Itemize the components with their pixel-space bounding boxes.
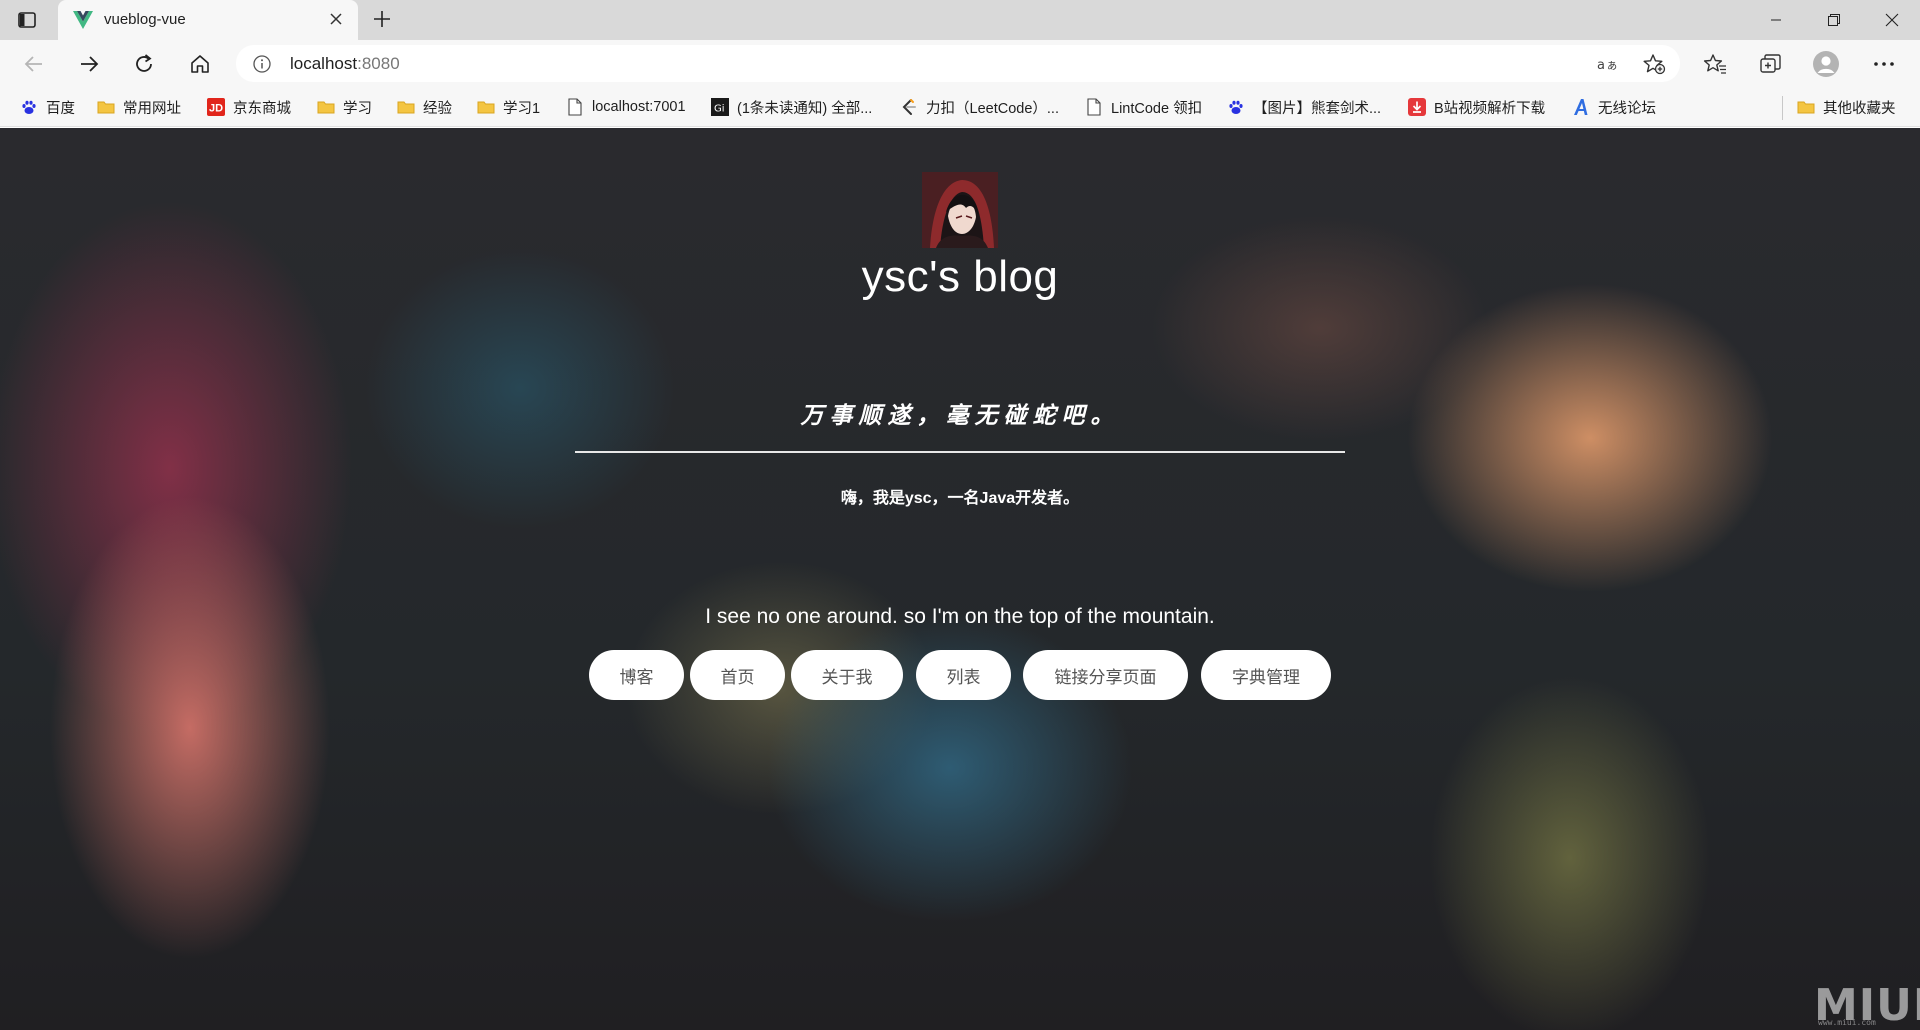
svg-text:ぁ: ぁ	[1606, 58, 1618, 72]
blog-motto: 万事顺遂，毫无碰蛇吧。	[800, 402, 1120, 429]
tab-bar: vueblog-vue	[0, 0, 1920, 40]
bookmark-label: 学习1	[503, 100, 541, 117]
jd-icon: JD	[207, 98, 225, 116]
zhihu-icon: Gi	[711, 98, 729, 116]
a-logo-icon	[1572, 98, 1590, 116]
other-bookmarks-folder[interactable]: 其他收藏夹	[1797, 96, 1896, 118]
bookmark-folder[interactable]: 学习1	[477, 96, 540, 118]
refresh-icon	[136, 54, 152, 72]
download-icon	[1408, 98, 1426, 116]
folder-icon	[1797, 98, 1815, 116]
blog-tagline: I see no one around. so I'm on the top o…	[705, 605, 1215, 628]
plus-icon	[374, 11, 390, 27]
divider	[575, 451, 1345, 453]
refresh-button[interactable]	[130, 50, 158, 78]
back-button[interactable]	[20, 50, 48, 78]
bookmark-label: LintCode 领扣	[1111, 100, 1203, 117]
blog-hero: ysc's blog 万事顺遂，毫无碰蛇吧。 嗨，我是ysc，一名Java开发者…	[0, 128, 1920, 1030]
close-window-button[interactable]	[1864, 0, 1920, 40]
minimize-button[interactable]	[1748, 0, 1804, 40]
browser-toolbar: localhost:8080 aぁ	[0, 40, 1920, 87]
bookmark-label: 常用网址	[123, 100, 181, 117]
miui-watermark-url: www.miui.com	[1818, 1018, 1876, 1027]
blog-title: ysc's blog	[861, 252, 1059, 301]
address-port: :8080	[357, 54, 400, 73]
close-window-icon	[1885, 13, 1899, 27]
page-icon	[1085, 98, 1103, 116]
nav-button-link-share[interactable]: 链接分享页面	[1023, 650, 1188, 700]
new-tab-button[interactable]	[368, 6, 396, 34]
favorites-icon[interactable]	[1701, 50, 1729, 78]
bookmarks-bar: 百度 常用网址 JD 京东商城 学习 经验 学习1 localhost:7001…	[0, 87, 1920, 127]
bookmark-label: 【图片】熊套剑术...	[1253, 100, 1382, 117]
nav-button-dictionary[interactable]: 字典管理	[1201, 650, 1331, 700]
forward-button[interactable]	[75, 50, 103, 78]
address-bar[interactable]: localhost:8080 aぁ	[236, 45, 1680, 82]
tab-title: vueblog-vue	[104, 11, 186, 28]
bookmark-label: 百度	[46, 100, 75, 117]
forward-icon	[81, 56, 99, 72]
svg-text:JD: JD	[209, 103, 223, 115]
bookmark-label: localhost:7001	[592, 99, 686, 115]
vue-logo-icon	[72, 10, 94, 30]
nav-button-blog[interactable]: 博客	[589, 650, 684, 700]
bookmark-folder[interactable]: 经验	[397, 96, 452, 118]
close-icon[interactable]	[326, 10, 346, 30]
bookmark-folder[interactable]: 常用网址	[97, 96, 181, 118]
restore-icon	[1828, 14, 1840, 26]
bookmark-folder[interactable]: 学习	[317, 96, 372, 118]
folder-icon	[477, 98, 495, 116]
bookmark-label: B站视频解析下载	[1434, 100, 1546, 117]
bookmark-label: 学习	[343, 100, 372, 117]
leetcode-icon	[900, 98, 918, 116]
bookmark-zhihu[interactable]: Gi (1条未读通知) 全部...	[711, 96, 872, 118]
bookmark-localhost[interactable]: localhost:7001	[566, 96, 686, 118]
bookmark-leetcode[interactable]: 力扣（LeetCode）...	[900, 96, 1059, 118]
bookmark-baidu[interactable]: 百度	[20, 96, 75, 118]
bookmark-label: (1条未读通知) 全部...	[737, 100, 873, 117]
read-aloud-icon[interactable]: aぁ	[1596, 53, 1620, 75]
bookmark-label: 其他收藏夹	[1823, 100, 1896, 117]
blog-intro: 嗨，我是ysc，一名Java开发者。	[840, 490, 1080, 507]
avatar[interactable]	[922, 172, 998, 248]
bookmark-bilibili-download[interactable]: B站视频解析下载	[1408, 96, 1545, 118]
add-favorite-icon[interactable]	[1642, 53, 1666, 75]
baidu-paw-icon	[1227, 98, 1245, 116]
folder-icon	[397, 98, 415, 116]
baidu-paw-icon	[20, 98, 38, 116]
bookmark-label: 力扣（LeetCode）...	[926, 100, 1059, 117]
bookmark-wireless-forum[interactable]: 无线论坛	[1572, 96, 1656, 118]
sidebar-toggle-icon[interactable]	[16, 9, 38, 31]
profile-icon[interactable]	[1812, 50, 1840, 78]
bookmark-label: 京东商城	[233, 100, 291, 117]
address-text: localhost:8080	[290, 54, 400, 74]
bookmark-jd[interactable]: JD 京东商城	[207, 96, 291, 118]
bookmark-tieba[interactable]: 【图片】熊套剑术...	[1227, 96, 1381, 118]
home-button[interactable]	[186, 50, 214, 78]
address-host: localhost	[290, 54, 358, 73]
nav-button-list[interactable]: 列表	[916, 650, 1011, 700]
collections-icon[interactable]	[1757, 50, 1785, 78]
info-icon[interactable]	[252, 54, 272, 74]
nav-buttons: 博客 首页 关于我 列表 链接分享页面 字典管理	[0, 650, 1920, 700]
nav-button-about[interactable]: 关于我	[791, 650, 903, 700]
folder-icon	[317, 98, 335, 116]
more-icon[interactable]	[1870, 50, 1898, 78]
svg-text:Gi: Gi	[714, 104, 725, 115]
tab-active[interactable]: vueblog-vue	[58, 0, 358, 40]
page-icon	[566, 98, 584, 116]
nav-button-home[interactable]: 首页	[690, 650, 785, 700]
folder-icon	[97, 98, 115, 116]
home-icon	[191, 55, 209, 73]
back-icon	[24, 56, 42, 72]
minimize-icon	[1771, 19, 1781, 21]
restore-button[interactable]	[1806, 0, 1862, 40]
bookmark-label: 经验	[423, 100, 452, 117]
svg-text:a: a	[1597, 58, 1605, 73]
bookmark-lintcode[interactable]: LintCode 领扣	[1085, 96, 1202, 118]
bookmarks-divider	[1782, 96, 1783, 120]
bookmark-label: 无线论坛	[1598, 100, 1656, 117]
